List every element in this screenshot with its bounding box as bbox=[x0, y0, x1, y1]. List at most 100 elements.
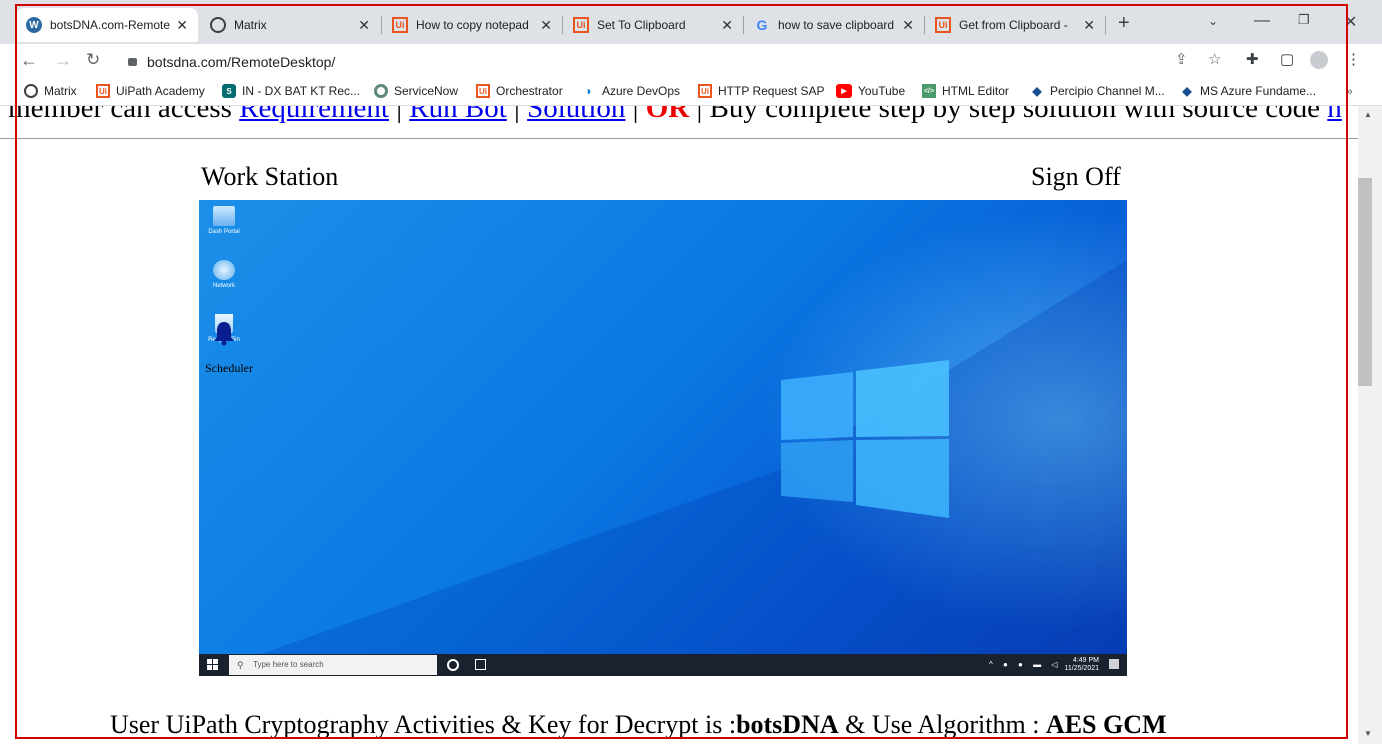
new-tab-button[interactable]: + bbox=[1118, 12, 1130, 35]
forward-button[interactable]: → bbox=[54, 50, 72, 71]
menu-kebab-icon[interactable]: ⋮ bbox=[1346, 50, 1361, 68]
bookmark-servicenow[interactable]: ServiceNow bbox=[374, 84, 458, 98]
run-bot-link[interactable]: Run Bot bbox=[409, 106, 507, 124]
tab-google-clipboard[interactable]: G how to save clipboard ✕ bbox=[744, 8, 924, 42]
tab-matrix[interactable]: Matrix ✕ bbox=[200, 8, 380, 42]
taskbar-clock[interactable]: 4:49 PM 11/25/2021 bbox=[1064, 657, 1099, 673]
desktop-icon-label: Dash Portal bbox=[208, 229, 240, 235]
close-icon[interactable]: ✕ bbox=[902, 17, 914, 34]
notification-icon[interactable] bbox=[1109, 659, 1119, 669]
browser-chrome: W botsDNA.com-Remote ✕ Matrix ✕ Ui How t… bbox=[0, 0, 1382, 106]
scroll-down-arrow[interactable]: ▼ bbox=[1364, 729, 1372, 738]
reload-button[interactable]: ↻ bbox=[86, 50, 100, 70]
decrypt-info-text: & Use Algorithm : bbox=[838, 710, 1046, 739]
close-icon[interactable]: ✕ bbox=[721, 17, 733, 34]
bookmark-label: YouTube bbox=[858, 84, 906, 98]
bell-icon bbox=[214, 322, 234, 346]
uipath-icon: Ui bbox=[698, 84, 712, 98]
banner-separator: | bbox=[506, 106, 528, 124]
banner-text: e member can access bbox=[0, 106, 240, 124]
bookmark-label: Azure DevOps bbox=[602, 84, 681, 98]
windows-start-icon[interactable] bbox=[207, 659, 218, 670]
windows-taskbar: ⚲ Type here to search ^ ● ● ▬ ◁ 4:49 PM … bbox=[199, 654, 1127, 676]
banner-separator: | bbox=[625, 106, 646, 124]
bookmarks-bar: Matrix Ui UiPath Academy S IN - DX BAT KT … bbox=[0, 78, 1382, 106]
tab-title: Set To Clipboard bbox=[597, 18, 686, 32]
uipath-icon: Ui bbox=[392, 17, 408, 33]
here-link[interactable]: h bbox=[1327, 106, 1342, 124]
side-panel-icon[interactable]: ▢ bbox=[1280, 50, 1294, 68]
system-tray-icons[interactable]: ^ ● ● ▬ ◁ bbox=[989, 660, 1061, 669]
percipio-icon: ◆ bbox=[1182, 84, 1192, 98]
bookmark-uipath-academy[interactable]: Ui UiPath Academy bbox=[96, 84, 205, 98]
percipio-icon: ◆ bbox=[1032, 84, 1042, 98]
tab-set-clipboard[interactable]: Ui Set To Clipboard ✕ bbox=[563, 8, 743, 42]
requirement-link[interactable]: Requirement bbox=[239, 106, 389, 124]
sharepoint-icon: S bbox=[222, 84, 236, 98]
bookmark-http-request-sap[interactable]: Ui HTTP Request SAP bbox=[698, 84, 825, 98]
bookmark-dx-bat[interactable]: S IN - DX BAT KT Rec... bbox=[222, 84, 360, 98]
google-icon: G bbox=[756, 17, 768, 33]
lock-icon bbox=[128, 58, 137, 67]
close-icon[interactable]: ✕ bbox=[540, 17, 552, 34]
tab-get-clipboard[interactable]: Ui Get from Clipboard - ✕ bbox=[925, 8, 1105, 42]
profile-avatar[interactable] bbox=[1310, 51, 1328, 69]
desktop-icon-network[interactable]: Network bbox=[199, 260, 249, 289]
bookmark-ms-azure[interactable]: ◆ MS Azure Fundame... bbox=[1180, 84, 1316, 98]
banner-text: | Buy complete step by step solution wit… bbox=[689, 106, 1328, 124]
bookmark-label: HTTP Request SAP bbox=[718, 84, 825, 98]
bookmark-html-editor[interactable]: </> HTML Editor bbox=[922, 84, 1009, 98]
tab-search-chevron-icon[interactable]: ⌄ bbox=[1208, 14, 1218, 28]
cortana-icon[interactable] bbox=[447, 659, 459, 671]
clock-date: 11/25/2021 bbox=[1064, 665, 1099, 672]
bookmarks-overflow-button[interactable]: » bbox=[1346, 84, 1353, 98]
taskbar-search-box[interactable]: ⚲ Type here to search bbox=[229, 655, 437, 675]
decrypt-info: User UiPath Cryptography Activities & Ke… bbox=[110, 710, 1167, 740]
tab-botsdna[interactable]: W botsDNA.com-Remote ✕ bbox=[16, 8, 198, 42]
scroll-up-arrow[interactable]: ▲ bbox=[1364, 110, 1372, 119]
divider bbox=[0, 138, 1358, 139]
restore-button[interactable]: ❐ bbox=[1298, 12, 1310, 28]
azure-devops-icon: ◗ bbox=[585, 84, 593, 98]
bookmark-percipio[interactable]: ◆ Percipio Channel M... bbox=[1030, 84, 1164, 98]
share-icon[interactable]: ⇪ bbox=[1175, 50, 1188, 68]
close-icon[interactable]: ✕ bbox=[358, 17, 370, 34]
close-window-button[interactable]: ✕ bbox=[1344, 12, 1357, 32]
desktop-icon-dash-portal[interactable]: Dash Portal bbox=[199, 206, 249, 235]
url-text: botsdna.com/RemoteDesktop/ bbox=[147, 54, 336, 70]
star-icon[interactable]: ☆ bbox=[1208, 50, 1221, 68]
tab-copy-notepad[interactable]: Ui How to copy notepad ✕ bbox=[382, 8, 562, 42]
bookmark-label: IN - DX BAT KT Rec... bbox=[242, 84, 361, 98]
minimize-button[interactable]: — bbox=[1254, 12, 1270, 30]
remote-desktop-view[interactable]: Dash Portal Network Recycle Bin ⚲ Type h… bbox=[199, 200, 1127, 676]
scrolling-banner: e member can access Requirement | Run Bo… bbox=[0, 106, 1342, 125]
bookmark-label: UiPath Academy bbox=[116, 84, 205, 98]
bookmark-orchestrator[interactable]: Ui Orchestrator bbox=[476, 84, 563, 98]
bookmark-matrix[interactable]: Matrix bbox=[24, 84, 77, 98]
back-button[interactable]: ← bbox=[20, 50, 38, 71]
globe-icon bbox=[210, 17, 226, 33]
or-text: OR bbox=[645, 106, 690, 124]
address-bar[interactable]: botsdna.com/RemoteDesktop/ bbox=[118, 48, 1358, 76]
uipath-icon: Ui bbox=[935, 17, 951, 33]
page-content: e member can access Requirement | Run Bo… bbox=[0, 106, 1358, 744]
computer-icon bbox=[213, 206, 235, 226]
tab-title: How to copy notepad bbox=[416, 18, 529, 32]
sign-off-link[interactable]: Sign Off bbox=[1031, 162, 1121, 192]
task-view-icon[interactable] bbox=[475, 659, 486, 670]
search-icon: ⚲ bbox=[237, 660, 244, 670]
uipath-icon: Ui bbox=[96, 84, 110, 98]
extensions-icon[interactable]: ✚ bbox=[1246, 50, 1259, 68]
youtube-icon: ▶ bbox=[836, 84, 852, 98]
scrollbar-thumb[interactable] bbox=[1358, 178, 1372, 386]
close-icon[interactable]: ✕ bbox=[176, 17, 188, 34]
bookmark-label: HTML Editor bbox=[942, 84, 1009, 98]
windows-logo-wallpaper bbox=[199, 260, 1127, 676]
scheduler-widget[interactable]: Scheduler bbox=[205, 320, 265, 376]
close-icon[interactable]: ✕ bbox=[1083, 17, 1095, 34]
bookmark-youtube[interactable]: ▶ YouTube bbox=[836, 84, 905, 98]
bookmark-label: Orchestrator bbox=[496, 84, 563, 98]
bookmark-azure-devops[interactable]: ◗ Azure DevOps bbox=[582, 84, 680, 98]
solution-link[interactable]: Solution bbox=[527, 106, 625, 124]
banner-separator: | bbox=[388, 106, 410, 124]
